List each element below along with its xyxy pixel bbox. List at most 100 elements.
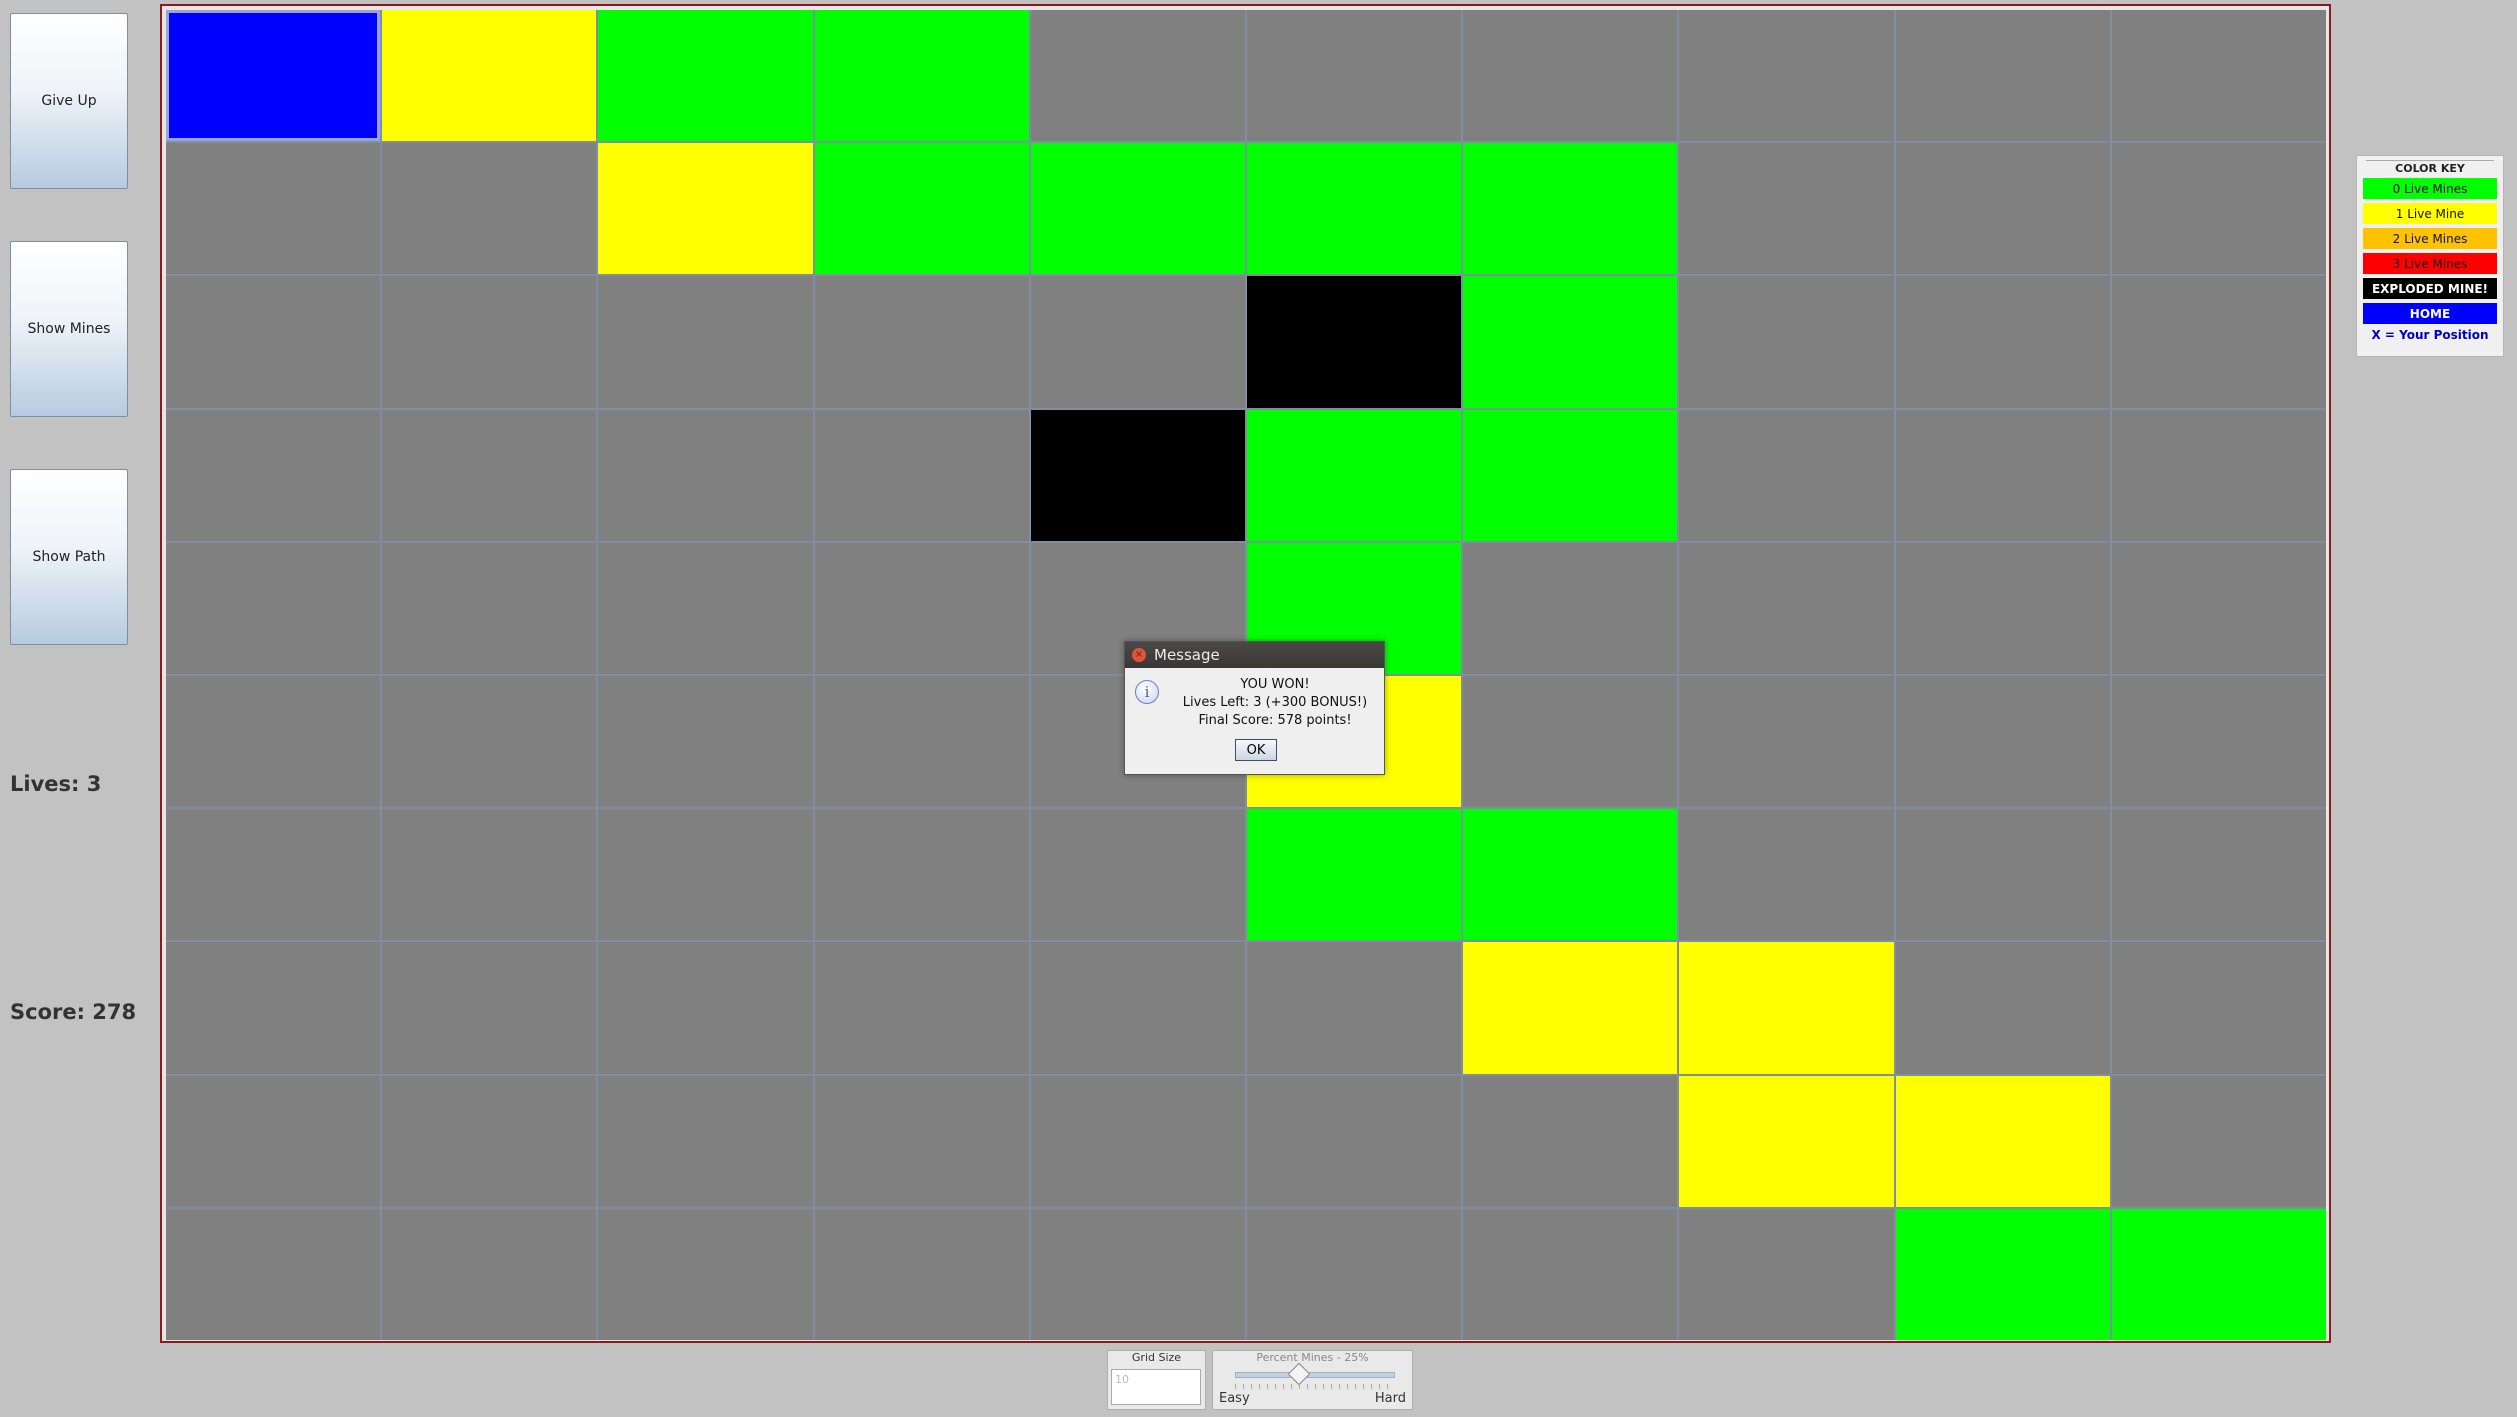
ok-button[interactable]: OK [1235, 739, 1277, 761]
grid-cell-7-0[interactable] [166, 942, 381, 1074]
grid-cell-1-5[interactable] [1246, 143, 1462, 275]
grid-cell-2-4[interactable] [1030, 276, 1245, 408]
grid-cell-2-6[interactable] [1463, 276, 1678, 408]
grid-cell-5-0[interactable] [166, 675, 381, 808]
grid-cell-1-1[interactable] [382, 143, 597, 275]
grid-cell-0-7[interactable] [1679, 10, 1894, 142]
grid-cell-9-1[interactable] [382, 1208, 597, 1340]
grid-cell-0-4[interactable] [1030, 10, 1245, 142]
grid-cell-1-9[interactable] [2111, 143, 2326, 275]
grid-cell-4-2[interactable] [598, 542, 813, 674]
grid-cell-5-1[interactable] [382, 675, 597, 808]
grid-cell-3-2[interactable] [598, 409, 813, 541]
grid-cell-0-8[interactable] [1895, 10, 2110, 142]
grid-cell-8-2[interactable] [598, 1075, 813, 1207]
grid-cell-7-3[interactable] [814, 942, 1029, 1074]
grid-cell-9-6[interactable] [1463, 1208, 1678, 1340]
grid-cell-4-0[interactable] [166, 542, 381, 674]
grid-cell-1-2[interactable] [598, 143, 813, 275]
grid-cell-7-8[interactable] [1895, 942, 2110, 1074]
grid-cell-3-5[interactable] [1246, 409, 1462, 541]
grid-cell-7-9[interactable] [2111, 942, 2326, 1074]
grid-cell-7-1[interactable] [382, 942, 597, 1074]
grid-cell-4-8[interactable] [1895, 542, 2110, 674]
grid-cell-7-6[interactable] [1463, 942, 1678, 1074]
grid-cell-4-6[interactable] [1463, 542, 1678, 674]
grid-cell-1-0[interactable] [166, 143, 381, 275]
grid-cell-3-8[interactable] [1895, 409, 2110, 541]
grid-cell-6-1[interactable] [382, 809, 597, 941]
grid-cell-0-1[interactable] [382, 10, 597, 142]
grid-cell-1-7[interactable] [1679, 143, 1894, 275]
show-mines-button[interactable]: Show Mines [10, 241, 128, 417]
grid-cell-2-9[interactable] [2111, 276, 2326, 408]
grid-cell-8-7[interactable] [1679, 1075, 1894, 1207]
grid-cell-5-9[interactable] [2111, 675, 2326, 808]
grid-cell-3-9[interactable] [2111, 409, 2326, 541]
grid-cell-4-3[interactable] [814, 542, 1029, 674]
grid-cell-3-6[interactable] [1463, 409, 1678, 541]
grid-cell-8-5[interactable] [1246, 1075, 1462, 1207]
grid-size-input[interactable]: 10 [1111, 1369, 1201, 1405]
grid-cell-6-2[interactable] [598, 809, 813, 941]
grid-cell-0-9[interactable] [2111, 10, 2326, 142]
grid-cell-3-1[interactable] [382, 409, 597, 541]
grid-cell-4-1[interactable] [382, 542, 597, 674]
grid-cell-8-0[interactable] [166, 1075, 381, 1207]
grid-cell-6-3[interactable] [814, 809, 1029, 941]
grid-cell-3-0[interactable] [166, 409, 381, 541]
close-icon[interactable]: × [1132, 648, 1146, 662]
grid-cell-2-7[interactable] [1679, 276, 1894, 408]
grid-cell-6-4[interactable] [1030, 809, 1245, 941]
grid-cell-9-0[interactable] [166, 1208, 381, 1340]
grid-cell-6-6[interactable] [1463, 809, 1678, 941]
grid-cell-0-0[interactable] [166, 10, 381, 142]
grid-cell-1-6[interactable] [1463, 143, 1678, 275]
grid-cell-9-2[interactable] [598, 1208, 813, 1340]
show-path-button[interactable]: Show Path [10, 469, 128, 645]
grid-cell-3-3[interactable] [814, 409, 1029, 541]
percent-mines-slider-thumb[interactable] [1287, 1362, 1311, 1386]
grid-cell-8-9[interactable] [2111, 1075, 2326, 1207]
grid-cell-6-7[interactable] [1679, 809, 1894, 941]
grid-cell-1-4[interactable] [1030, 143, 1245, 275]
grid-cell-0-5[interactable] [1246, 10, 1462, 142]
grid-cell-7-5[interactable] [1246, 942, 1462, 1074]
grid-cell-6-5[interactable] [1246, 809, 1462, 941]
grid-cell-2-5[interactable] [1246, 276, 1462, 408]
grid-cell-8-3[interactable] [814, 1075, 1029, 1207]
grid-cell-2-0[interactable] [166, 276, 381, 408]
grid-cell-7-4[interactable] [1030, 942, 1245, 1074]
grid-cell-1-3[interactable] [814, 143, 1029, 275]
grid-cell-9-4[interactable] [1030, 1208, 1245, 1340]
grid-cell-8-6[interactable] [1463, 1075, 1678, 1207]
grid-cell-3-4[interactable] [1030, 409, 1245, 541]
grid-cell-7-7[interactable] [1679, 942, 1894, 1074]
grid-cell-0-6[interactable] [1463, 10, 1678, 142]
grid-cell-3-7[interactable] [1679, 409, 1894, 541]
grid-cell-7-2[interactable] [598, 942, 813, 1074]
grid-cell-8-8[interactable] [1895, 1075, 2110, 1207]
grid-cell-4-9[interactable] [2111, 542, 2326, 674]
grid-cell-4-7[interactable] [1679, 542, 1894, 674]
grid-cell-9-5[interactable] [1246, 1208, 1462, 1340]
grid-cell-2-1[interactable] [382, 276, 597, 408]
grid-cell-5-2[interactable] [598, 675, 813, 808]
grid-cell-9-9[interactable] [2111, 1208, 2326, 1340]
grid-cell-8-4[interactable] [1030, 1075, 1245, 1207]
grid-cell-2-8[interactable] [1895, 276, 2110, 408]
grid-cell-6-9[interactable] [2111, 809, 2326, 941]
grid-cell-6-0[interactable] [166, 809, 381, 941]
grid-cell-2-3[interactable] [814, 276, 1029, 408]
grid-cell-9-8[interactable] [1895, 1208, 2110, 1340]
grid-cell-1-8[interactable] [1895, 143, 2110, 275]
grid-cell-5-7[interactable] [1679, 675, 1894, 808]
grid-cell-6-8[interactable] [1895, 809, 2110, 941]
grid-cell-8-1[interactable] [382, 1075, 597, 1207]
grid-cell-0-2[interactable] [598, 10, 813, 142]
grid-cell-9-3[interactable] [814, 1208, 1029, 1340]
give-up-button[interactable]: Give Up [10, 13, 128, 189]
grid-cell-2-2[interactable] [598, 276, 813, 408]
grid-cell-0-3[interactable] [814, 10, 1029, 142]
grid-cell-5-6[interactable] [1463, 675, 1678, 808]
